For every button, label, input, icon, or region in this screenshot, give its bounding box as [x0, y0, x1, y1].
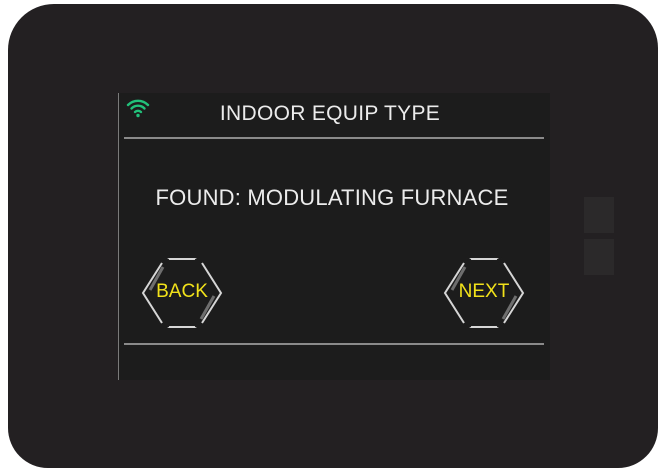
back-button-label: BACK — [156, 281, 208, 302]
next-button-label: NEXT — [458, 281, 510, 302]
screen-edge — [118, 93, 119, 380]
top-divider — [124, 137, 544, 139]
next-button[interactable]: NEXT — [436, 250, 532, 336]
screen-title: INDOOR EQUIP TYPE — [219, 102, 441, 125]
bottom-divider — [124, 343, 544, 345]
wifi-icon — [126, 96, 150, 120]
side-tab-upper — [584, 197, 614, 233]
found-message: FOUND: MODULATING FURNACE — [155, 185, 509, 210]
back-button[interactable]: BACK — [134, 250, 230, 336]
side-tab-lower — [584, 239, 614, 275]
